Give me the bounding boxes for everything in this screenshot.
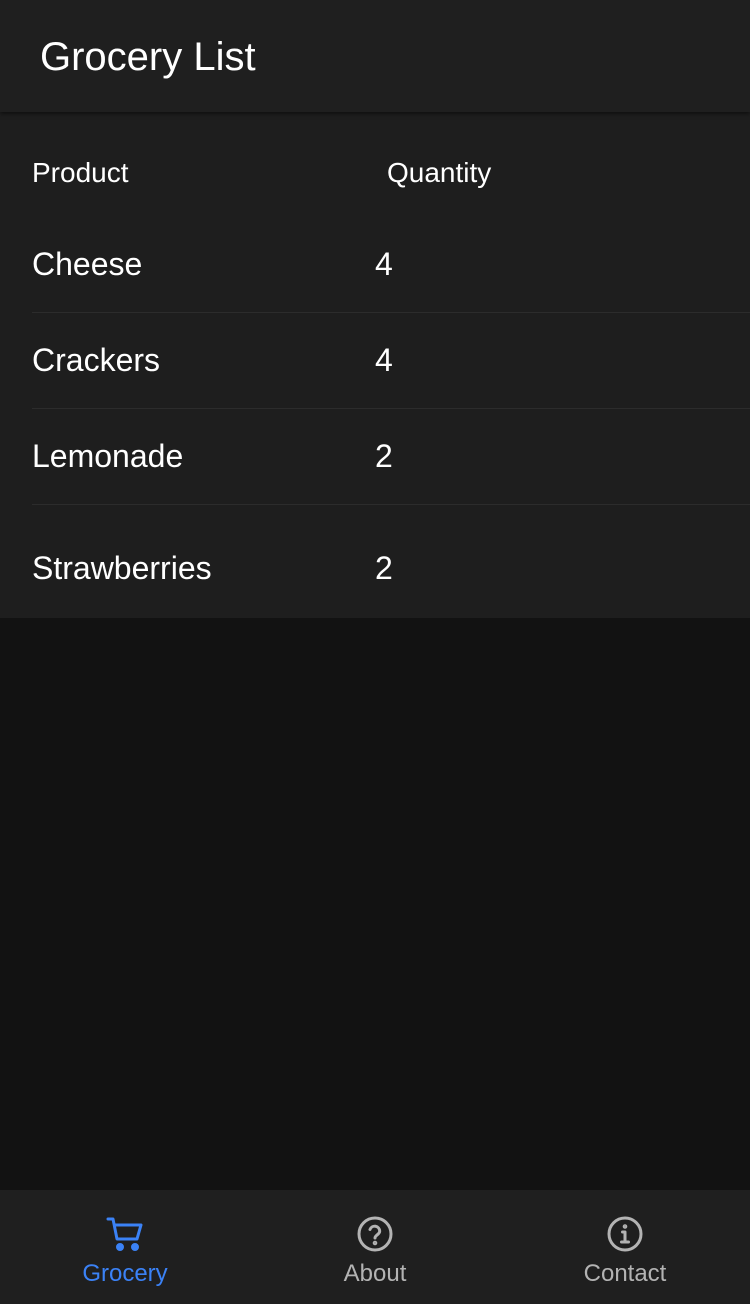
app-root: Grocery List Product Quantity Cheese 4 C… — [0, 0, 750, 1304]
row-divider — [32, 504, 750, 505]
cart-icon — [105, 1214, 145, 1254]
column-header-product: Product — [32, 157, 129, 188]
row-divider — [32, 312, 750, 313]
product-name: Crackers — [32, 342, 161, 378]
bottom-navigation: Grocery About Contact — [0, 1190, 750, 1304]
info-circle-icon — [605, 1214, 645, 1254]
nav-item-grocery[interactable]: Grocery — [0, 1190, 250, 1304]
grocery-table: Product Quantity Cheese 4 Crackers 4 Lem… — [0, 112, 750, 618]
column-header-quantity: Quantity — [387, 157, 492, 188]
product-name: Lemonade — [32, 438, 184, 474]
app-header: Grocery List — [0, 0, 750, 112]
product-quantity: 4 — [375, 342, 393, 378]
product-quantity: 2 — [375, 550, 393, 586]
nav-label-contact: Contact — [583, 1260, 667, 1287]
product-name: Cheese — [32, 246, 143, 282]
product-quantity: 2 — [375, 438, 393, 474]
nav-label-about: About — [343, 1260, 407, 1287]
product-quantity: 4 — [375, 246, 393, 282]
product-name: Strawberries — [32, 550, 212, 586]
nav-item-about[interactable]: About — [250, 1190, 500, 1304]
nav-label-grocery: Grocery — [82, 1260, 168, 1287]
row-divider — [32, 408, 750, 409]
question-circle-icon — [355, 1214, 395, 1254]
nav-item-contact[interactable]: Contact — [500, 1190, 750, 1304]
page-title: Grocery List — [40, 35, 256, 79]
